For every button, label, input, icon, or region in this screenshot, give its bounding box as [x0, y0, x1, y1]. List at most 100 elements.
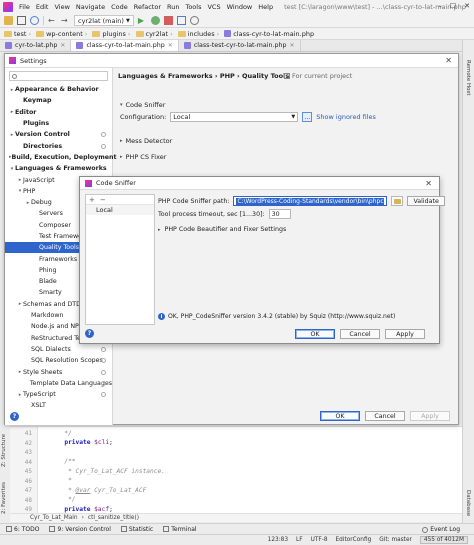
caret-position[interactable]: 123:83 — [268, 537, 288, 543]
settings-tree-item[interactable]: SQL Dialects — [5, 344, 112, 355]
remote-host-tool[interactable]: Remote Host — [465, 60, 471, 96]
structure-tool[interactable]: Z: Structure — [1, 434, 7, 467]
back-icon[interactable]: ← — [48, 16, 57, 25]
search-everywhere-icon[interactable] — [189, 16, 199, 25]
file-encoding[interactable]: UTF-8 — [311, 537, 328, 543]
settings-tree-item[interactable]: ▸ Appearance & Behavior — [5, 84, 112, 95]
settings-search-input[interactable] — [9, 71, 108, 81]
menu-item-help[interactable]: Help — [255, 3, 276, 11]
help-button[interactable]: ? — [85, 329, 94, 338]
timeout-input[interactable]: 30 — [268, 209, 291, 219]
debug-icon[interactable] — [150, 16, 160, 25]
menu-item-refactor[interactable]: Refactor — [131, 3, 164, 11]
code-breadcrumb-class[interactable]: Cyr_To_Lat_Main — [30, 515, 78, 521]
remove-icon[interactable]: − — [100, 196, 106, 204]
close-icon[interactable]: ✕ — [425, 179, 432, 188]
statistic-tool[interactable]: Statistic — [120, 526, 153, 533]
settings-tree-item[interactable]: ▸ TypeScript — [5, 389, 112, 400]
menu-item-file[interactable]: File — [16, 3, 33, 11]
settings-tree-item[interactable]: Template Data Languages — [5, 378, 112, 389]
chevron-right-icon: › — [216, 29, 220, 38]
toolbar-separator — [43, 16, 44, 25]
close-tab-icon[interactable]: ✕ — [60, 42, 65, 49]
stop-icon[interactable] — [163, 16, 173, 25]
settings-tree-item[interactable]: Keymap — [5, 95, 112, 106]
beautifier-section[interactable]: ▸ PHP Code Beautifier and Fixer Settings — [158, 226, 286, 233]
forward-icon[interactable]: → — [61, 16, 70, 25]
list-item[interactable]: Local — [86, 205, 154, 215]
php-file-icon — [183, 42, 191, 49]
code-sniffer-section[interactable]: ▾ Code Sniffer — [120, 101, 165, 109]
code-editor[interactable]: 41 */ 42 private $cli; 43 44 /** 45 * Cyr_To… — [10, 426, 462, 514]
phpcs-path-input[interactable]: C:\WordPress-Coding-Standards\vendor\bin… — [233, 196, 388, 206]
breadcrumb-item[interactable]: test › — [4, 30, 34, 38]
breadcrumb-item[interactable]: plugins › — [92, 30, 133, 38]
menu-item-run[interactable]: Run — [164, 3, 182, 11]
menu-item-view[interactable]: View — [51, 3, 72, 11]
todo-tool[interactable]: 6: TODO — [6, 526, 39, 533]
settings-tree-item[interactable]: ▸ Build, Execution, Deployment — [5, 152, 117, 163]
browse-button[interactable] — [391, 196, 404, 206]
apply-button[interactable]: Apply — [385, 329, 425, 339]
settings-tree-item[interactable]: ▸ Style Sheets — [5, 366, 112, 377]
close-tab-icon[interactable]: ✕ — [290, 42, 295, 49]
menu-item-edit[interactable]: Edit — [33, 3, 52, 11]
branch-select[interactable]: cyr2lat (main) ▼ — [74, 15, 134, 26]
settings-tree-item[interactable]: SQL Resolution Scopes — [5, 355, 112, 366]
memory-indicator[interactable]: 455 of 4012M — [419, 536, 468, 544]
ok-button[interactable]: OK — [320, 411, 360, 421]
code-sniffer-section-label: Code Sniffer — [125, 101, 166, 109]
editorconfig-status[interactable]: EditorConfig — [336, 537, 372, 543]
settings-tree-item[interactable]: ▸ Editor — [5, 107, 112, 118]
settings-tree-item[interactable]: Directories — [5, 140, 112, 151]
close-icon[interactable]: ✕ — [445, 56, 452, 65]
php-cs-fixer-section[interactable]: ▸ PHP CS Fixer — [120, 153, 166, 161]
show-ignored-files-link[interactable]: Show ignored files — [316, 113, 376, 121]
breadcrumb-item[interactable]: cyr2lat › — [135, 30, 176, 38]
configuration-select[interactable]: Local ▼ — [170, 112, 299, 122]
close-window-icon[interactable]: ✕ — [464, 2, 470, 10]
cancel-button[interactable]: Cancel — [340, 329, 380, 339]
save-icon[interactable] — [17, 16, 26, 25]
line-separator[interactable]: LF — [296, 537, 303, 543]
breadcrumb-item[interactable]: wp-content › — [36, 30, 90, 38]
menu-item-vcs[interactable]: VCS — [204, 3, 223, 11]
database-tool[interactable]: Database — [465, 490, 471, 516]
ok-button[interactable]: OK — [295, 329, 335, 339]
vcs-update-icon[interactable] — [176, 16, 186, 25]
breadcrumb-item[interactable]: includes › — [177, 29, 223, 38]
menu-item-navigate[interactable]: Navigate — [73, 3, 108, 11]
open-folder-icon[interactable] — [4, 16, 13, 25]
git-branch[interactable]: Git: master — [379, 537, 412, 543]
breadcrumb-item[interactable]: class-cyr-to-lat-main.php — [224, 30, 317, 38]
menu-item-window[interactable]: Window — [224, 3, 256, 11]
editor-tab[interactable]: class-test-cyr-to-lat-main.php ✕ — [179, 40, 301, 51]
menu-item-tools[interactable]: Tools — [182, 3, 204, 11]
code-breadcrumb-method[interactable]: ctl_sanitize_title() — [88, 515, 139, 521]
help-button[interactable]: ? — [10, 412, 19, 421]
cancel-button[interactable]: Cancel — [365, 411, 405, 421]
editor-tab[interactable]: cyr-to-lat.php ✕ — [0, 40, 72, 51]
add-icon[interactable]: + — [89, 196, 95, 204]
close-tab-icon[interactable]: ✕ — [168, 42, 173, 49]
main-toolbar: ← → cyr2lat (main) ▼ ▶ — [0, 14, 474, 28]
apply-button[interactable]: Apply — [410, 411, 450, 421]
settings-tree-item[interactable]: ▾ Languages & Frameworks — [5, 163, 112, 174]
validate-button[interactable]: Validate — [407, 196, 445, 206]
settings-tree-item[interactable]: ▸ Version Control — [5, 129, 112, 140]
line-number: 47 — [24, 487, 32, 494]
mess-detector-section[interactable]: ▸ Mess Detector — [120, 137, 172, 145]
minimize-icon[interactable]: – — [438, 2, 442, 10]
code-line: private $cli; — [42, 438, 112, 448]
favorites-tool[interactable]: 2: Favorites — [1, 482, 7, 514]
event-log-tool[interactable]: Event Log — [422, 526, 460, 533]
configure-interpreter-button[interactable]: ... — [302, 112, 313, 122]
menu-item-code[interactable]: Code — [108, 3, 131, 11]
settings-tree-item[interactable]: Plugins — [5, 118, 112, 129]
version-control-tool[interactable]: 9: Version Control — [49, 526, 111, 533]
sync-icon[interactable] — [30, 16, 39, 25]
run-icon[interactable]: ▶ — [138, 16, 147, 25]
maximize-icon[interactable]: ☐ — [450, 2, 456, 10]
terminal-tool[interactable]: Terminal — [163, 526, 197, 533]
editor-tab[interactable]: class-cyr-to-lat-main.php ✕ — [71, 40, 179, 51]
